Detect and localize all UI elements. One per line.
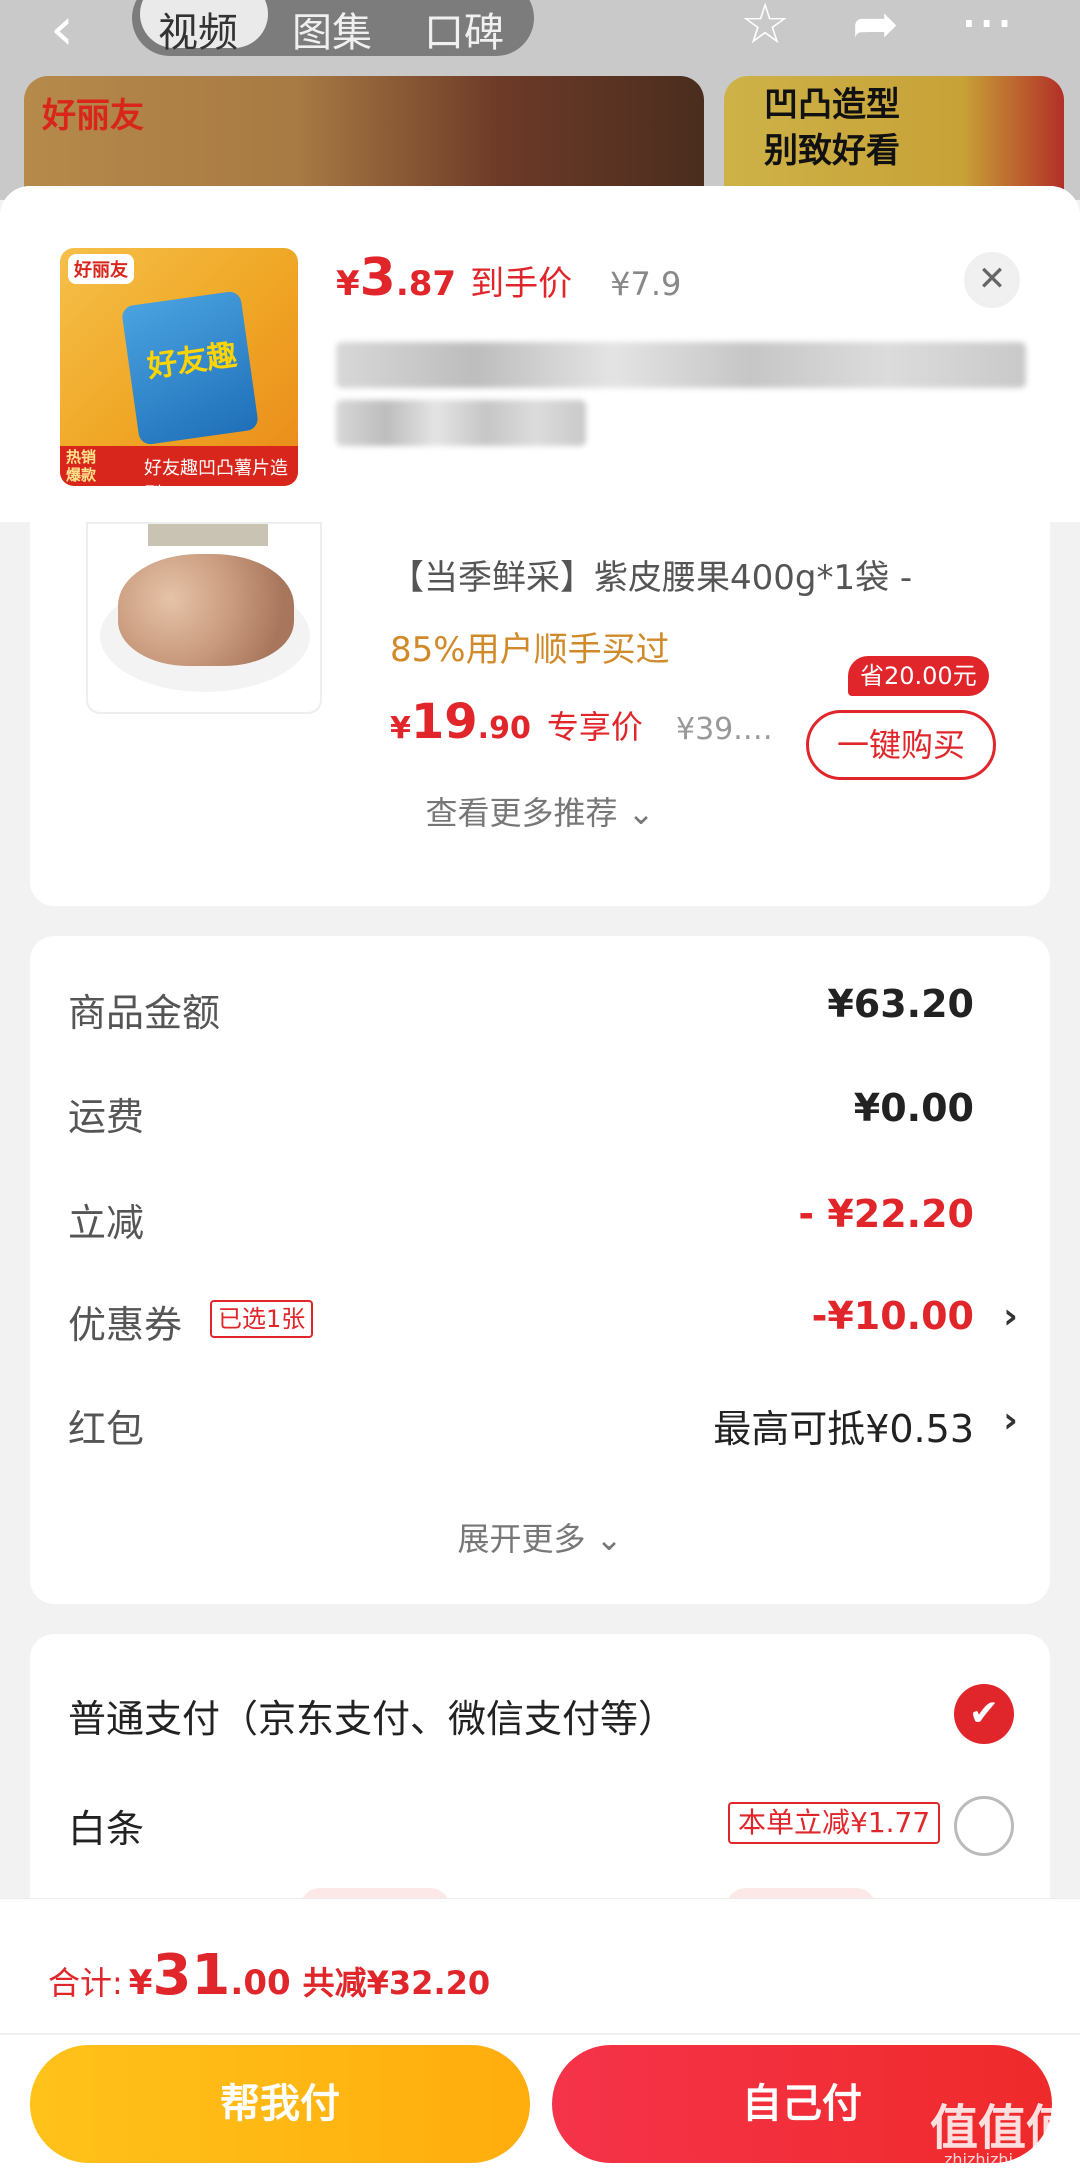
checkout-bar: 合计: ¥ 31 .00 共减¥32.20 帮我付 自己付 — [0, 1898, 1080, 2176]
watermark: 值值值 — [930, 2100, 1075, 2156]
rec-price-tag: 专享价 — [546, 708, 643, 746]
total-currency: ¥ — [128, 1963, 153, 2003]
back-icon: ‹ — [50, 0, 74, 64]
total-decimal: .00 — [230, 1963, 291, 2003]
price-decimal: .87 — [395, 264, 457, 304]
rec-subtitle: 85%用户顺手买过 — [390, 630, 670, 670]
shipping-value: ¥0.00 — [853, 1086, 974, 1130]
total-row: 合计: ¥ 31 .00 共减¥32.20 — [48, 1943, 490, 2008]
row-goods-amount: 商品金额 ¥63.20 — [68, 976, 1018, 1036]
expand-more-link[interactable]: 展开更多 ⌄ — [30, 1514, 1050, 1560]
goods-amount-value: ¥63.20 — [827, 982, 974, 1026]
rec-original-price: ¥39.… — [676, 712, 773, 747]
thumb-badge-desc: 好友趣凹凸薯片造型 — [144, 458, 288, 486]
blurred-product-title — [336, 342, 1026, 452]
total-integer: 31 — [152, 1943, 231, 2008]
row-shipping: 运费 ¥0.00 — [68, 1080, 1018, 1140]
check-icon[interactable]: ✔ — [954, 1684, 1014, 1744]
sheet-header: 好丽友 好友趣 热销 爆款 好友趣凹凸薯片造型 ¥ 3 .87 到手价 ¥7.9… — [0, 186, 1080, 522]
price-currency: ¥ — [336, 264, 360, 304]
payment-method-card: 普通支付（京东支付、微信支付等） ✔ 白条 本单立减¥1.77 — [30, 1634, 1050, 1934]
thumb-bag-text: 好友趣 — [145, 337, 240, 385]
star-icon: ☆ — [740, 0, 791, 57]
payment-option-baitiao[interactable]: 白条 — [68, 1798, 144, 1853]
blur-line-1 — [336, 342, 1026, 388]
more-recommendations-link[interactable]: 查看更多推荐 ⌄ — [30, 788, 1050, 834]
blur-line-2 — [336, 400, 586, 446]
cashew-nuts — [118, 554, 294, 666]
coupon-badge: 已选1张 — [210, 1300, 314, 1338]
instant-discount-value: - ¥22.20 — [798, 1192, 974, 1236]
coupon-label: 优惠券 — [68, 1303, 183, 1347]
share-icon: ➦ — [852, 0, 899, 57]
banner-brand: 好丽友 — [42, 96, 144, 136]
cashew-image[interactable] — [86, 522, 322, 714]
tab-gallery: 图集 — [292, 10, 372, 56]
original-price: ¥7.9 — [610, 265, 682, 303]
coupon-value: -¥10.00 — [811, 1294, 974, 1338]
chip-bag-image: 好友趣 — [120, 290, 260, 446]
instant-discount-label: 立减 — [68, 1201, 145, 1245]
row-coupon[interactable]: 优惠券 已选1张 -¥10.00 › — [68, 1288, 1018, 1348]
row-instant-discount: 立减 - ¥22.20 — [68, 1186, 1018, 1246]
row-red-packet[interactable]: 红包 最高可抵¥0.53 › — [68, 1392, 1018, 1452]
rec-price-decimal: .90 — [477, 711, 531, 746]
recommendation-card: 【当季鲜采】紫皮腰果400g*1袋 - 85%用户顺手买过 ¥ 19 .90 专… — [30, 522, 1050, 906]
tab-reviews: 口碑 — [424, 10, 504, 56]
payment-option-normal[interactable]: 普通支付（京东支付、微信支付等） — [68, 1688, 676, 1743]
goods-amount-label: 商品金额 — [68, 991, 221, 1035]
banner-secondary-text: 凹凸造型 别致好看 — [764, 85, 900, 171]
thumb-brand-logo: 好丽友 — [68, 254, 134, 284]
background-page: ‹ 视频 图集 口碑 ☆ ➦ ··· 好丽友 凹凸造型 别致好看 — [0, 0, 1080, 200]
one-click-buy-button[interactable]: 一键购买 — [806, 710, 996, 780]
total-label: 合计: — [48, 1964, 123, 2002]
chevron-right-icon: › — [1003, 1296, 1018, 1337]
banner-main: 好丽友 — [24, 76, 704, 200]
save-badge: 省20.00元 — [848, 656, 989, 696]
radio-unchecked[interactable] — [954, 1796, 1014, 1856]
cashew-bag — [148, 524, 268, 546]
watermark-domain: zhizhizhi.com — [944, 2150, 1053, 2169]
product-thumbnail: 好丽友 好友趣 热销 爆款 好友趣凹凸薯片造型 — [60, 248, 298, 486]
baitiao-promo-badge: 本单立减¥1.77 — [728, 1802, 941, 1844]
total-saved: 共减¥32.20 — [302, 1964, 491, 2002]
rec-price-integer: 19 — [410, 694, 478, 750]
chevron-right-icon: › — [1003, 1400, 1018, 1441]
pay-for-me-button[interactable]: 帮我付 — [30, 2045, 530, 2163]
price-integer: 3 — [359, 248, 396, 308]
rec-price-currency: ¥ — [390, 711, 411, 746]
thumb-badge-hot: 热销 爆款 — [66, 448, 97, 484]
shipping-label: 运费 — [68, 1095, 145, 1139]
tab-video: 视频 — [158, 10, 238, 56]
rec-price: ¥ 19 .90 专享价 — [390, 694, 643, 750]
final-price: ¥ 3 .87 到手价 ¥7.9 — [336, 248, 682, 308]
close-icon[interactable]: ✕ — [964, 252, 1020, 308]
rec-title[interactable]: 【当季鲜采】紫皮腰果400g*1袋 - — [390, 550, 912, 599]
divider — [0, 2033, 1080, 2035]
checkout-sheet: 好丽友 好友趣 热销 爆款 好友趣凹凸薯片造型 ¥ 3 .87 到手价 ¥7.9… — [0, 186, 1080, 2176]
price-tag: 到手价 — [470, 264, 573, 304]
price-summary-card: 商品金额 ¥63.20 运费 ¥0.00 立减 - ¥22.20 优惠券 已选1… — [30, 936, 1050, 1604]
red-packet-label: 红包 — [68, 1407, 145, 1451]
red-packet-value: 最高可抵¥0.53 — [713, 1407, 974, 1451]
thumb-badge: 热销 爆款 好友趣凹凸薯片造型 — [60, 446, 298, 486]
media-tabs: 视频 图集 口碑 — [132, 0, 534, 56]
banner-secondary: 凹凸造型 别致好看 — [724, 76, 1064, 200]
more-icon: ··· — [960, 0, 1014, 57]
